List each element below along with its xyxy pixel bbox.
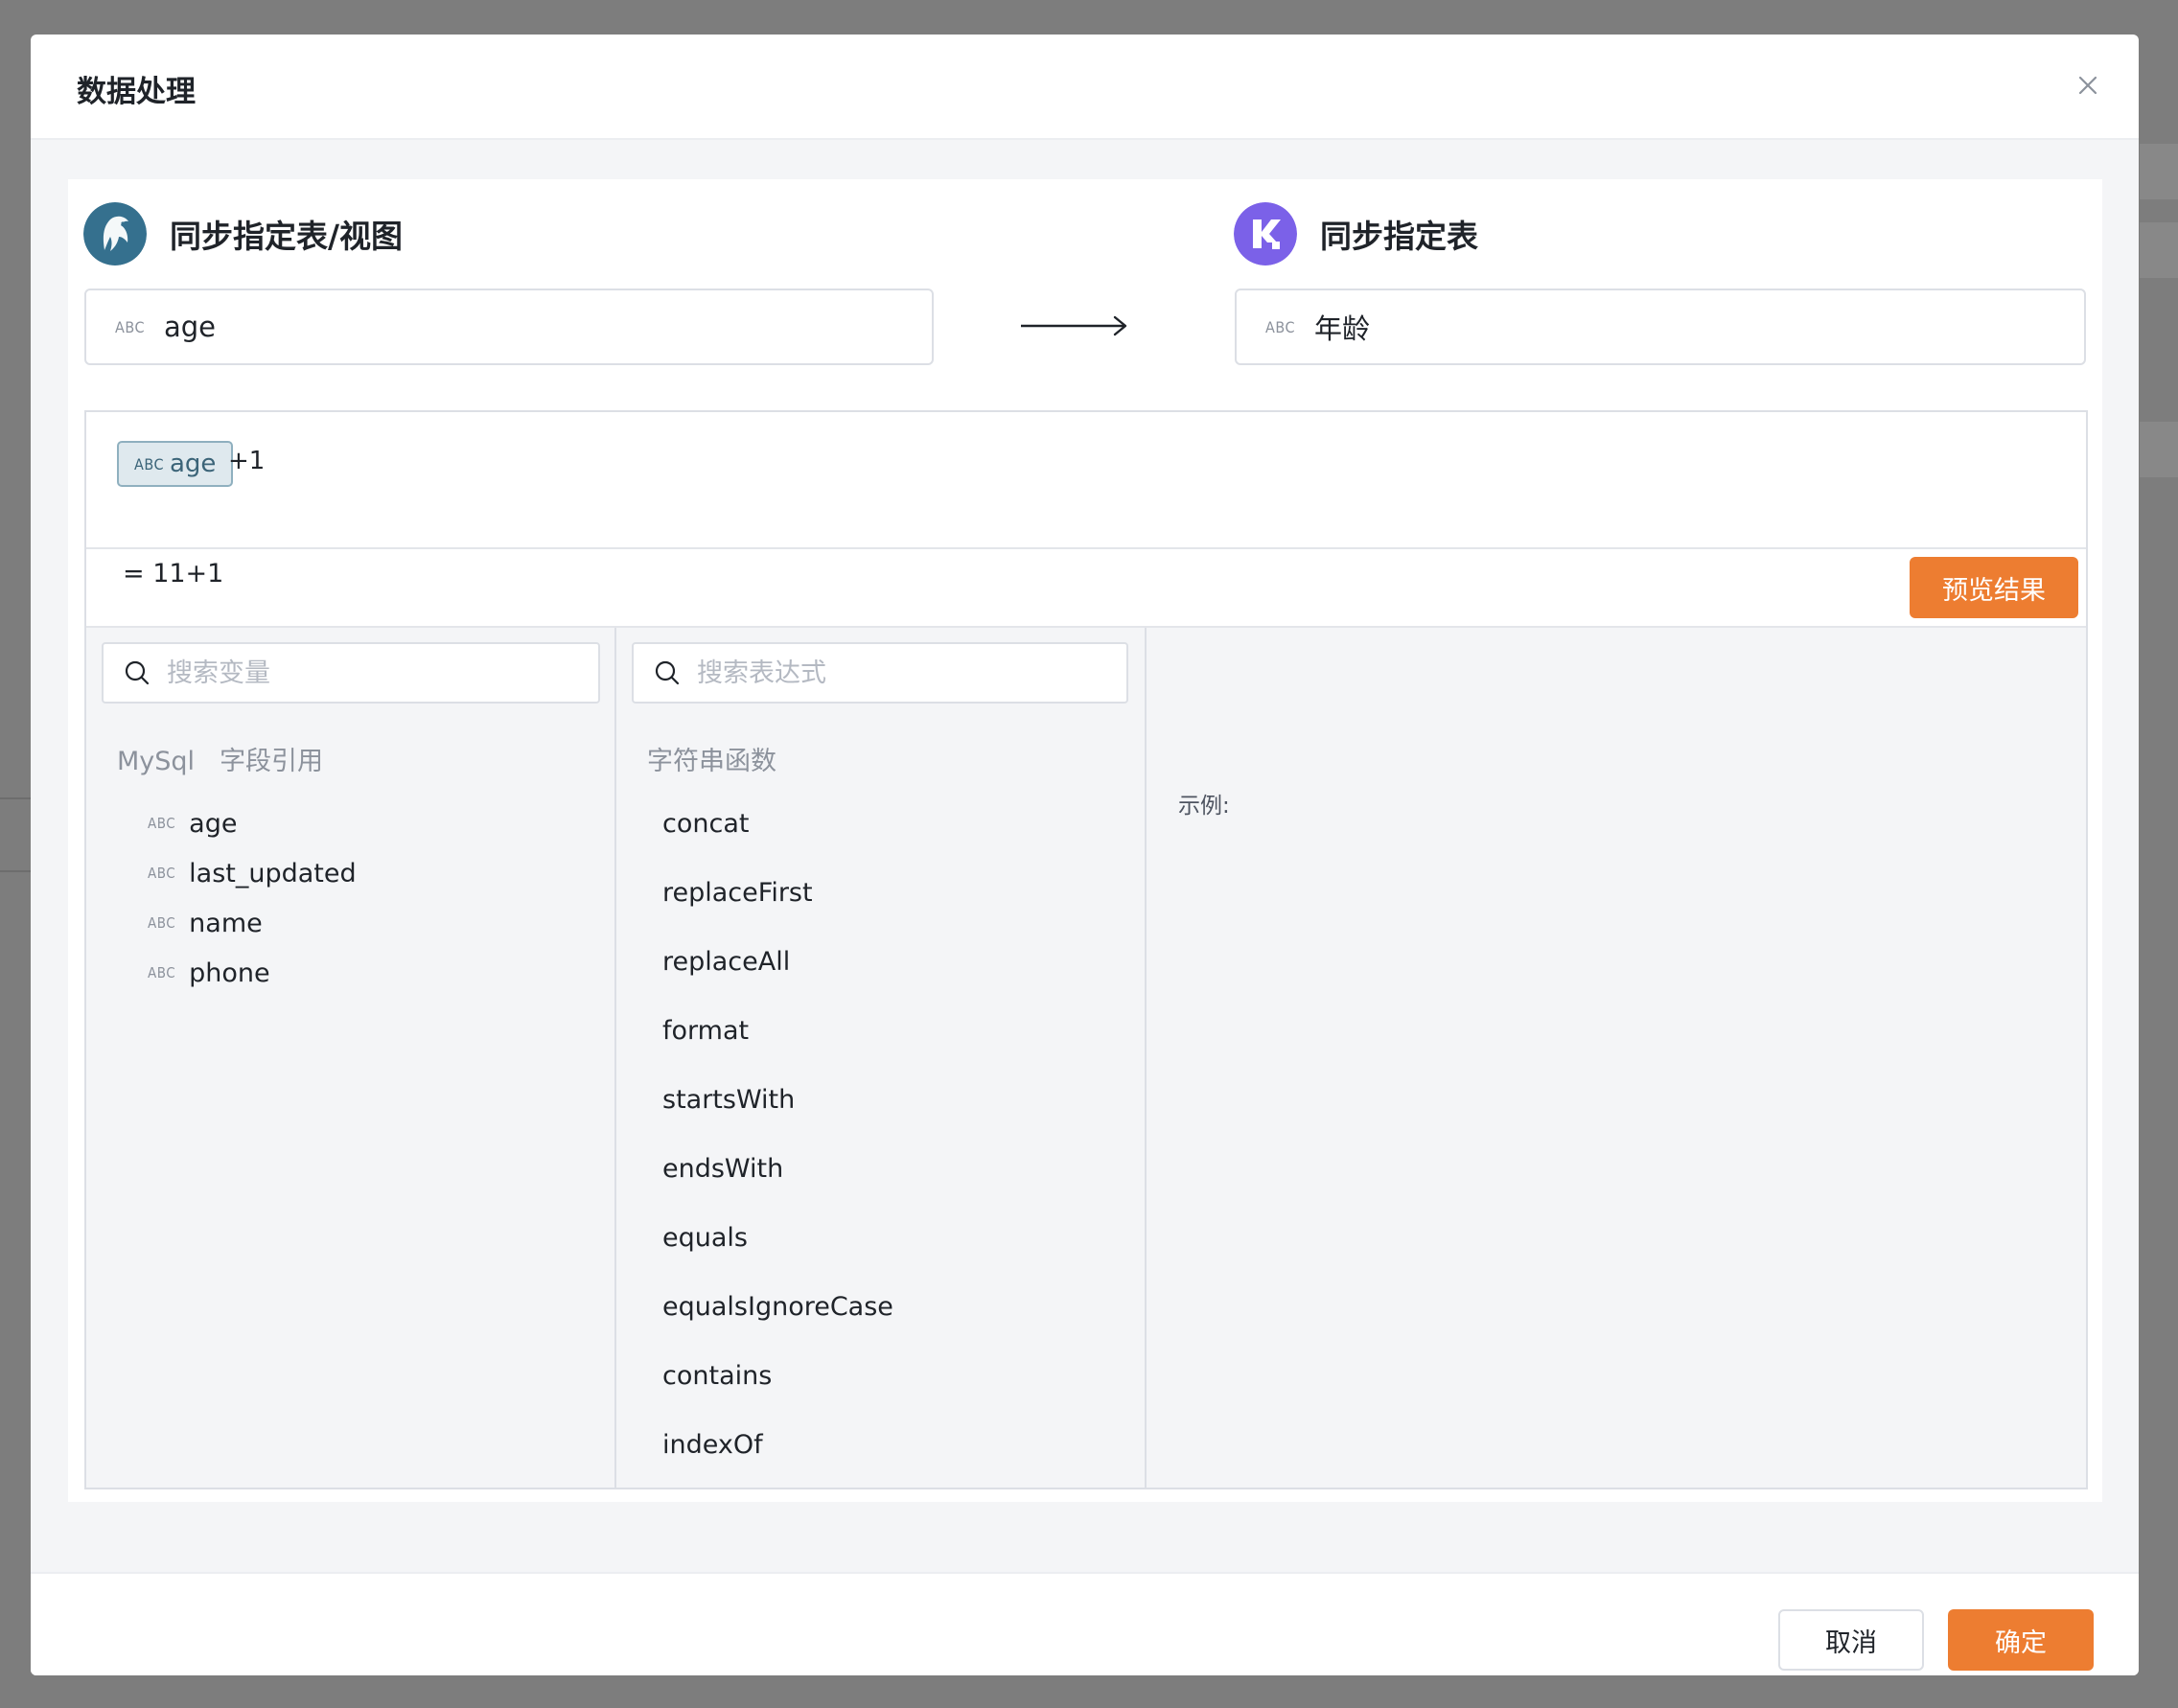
variable-item[interactable]: ABC phone [148,948,357,998]
target-field[interactable]: ABC 年龄 [1235,289,2086,365]
modal-body: 同步指定表/视图 ABC age 同步指定表 ABC 年龄 ABC age +1… [31,140,2139,1572]
result-row: = 11+1 预览结果 [86,549,2086,628]
close-icon[interactable] [2074,71,2102,100]
field-chip[interactable]: ABC age [117,441,234,487]
target-field-value: 年龄 [1314,312,1371,345]
variable-item[interactable]: ABC age [148,798,357,848]
function-item[interactable]: indexOf [662,1410,893,1479]
variable-item[interactable]: ABC name [148,898,357,948]
source-field[interactable]: ABC age [84,289,934,365]
expression-search-input[interactable] [695,657,1121,689]
expression-suffix: +1 [228,447,266,475]
type-badge: ABC [148,865,176,882]
function-item[interactable]: startsWith [662,1065,893,1134]
background-strip [2140,144,2178,199]
modal-footer: 取消 确定 [31,1572,2139,1675]
background-strip [2140,222,2178,278]
background-divider [0,797,31,799]
helper-panels: MySql 字段引用 ABC age ABC last_updated ABC name… [86,628,2086,1488]
function-item[interactable]: equals [662,1203,893,1272]
variables-panel: MySql 字段引用 ABC age ABC last_updated ABC name… [86,628,616,1488]
chip-field-name: age [170,450,217,478]
target-header-label: 同步指定表 [1320,218,1478,255]
function-list: concat replaceFirst replaceAll format st… [662,789,893,1479]
function-item[interactable]: contains [662,1341,893,1410]
source-name: MySql [117,747,196,776]
variable-group-title: MySql 字段引用 [117,740,323,777]
example-panel: 示例: [1147,628,2086,1488]
search-icon [655,660,680,685]
k-brand-icon [1234,202,1297,265]
arrow-right-icon [1021,315,1127,336]
modal-title: 数据处理 [77,75,196,109]
variable-name: name [189,908,263,938]
source-field-value: age [164,311,217,343]
confirm-button[interactable]: 确定 [1948,1609,2094,1671]
example-label: 示例: [1178,794,1230,819]
function-item[interactable]: equalsIgnoreCase [662,1272,893,1341]
expression-input[interactable]: ABC age +1 [86,412,2086,549]
cancel-button[interactable]: 取消 [1778,1609,1924,1671]
functions-panel: 字符串函数 concat replaceFirst replaceAll for… [616,628,1147,1488]
field-type-badge: ABC [1265,317,1295,336]
mysql-dolphin-icon [83,202,147,265]
field-type-badge: ABC [115,317,145,336]
chip-type-badge: ABC [134,454,164,473]
variable-name: phone [189,958,270,988]
modal-header: 数据处理 [31,35,2139,140]
variable-item[interactable]: ABC last_updated [148,848,357,898]
variable-list: ABC age ABC last_updated ABC name ABC phone [148,798,357,998]
source-header-label: 同步指定表/视图 [170,218,404,255]
search-icon [125,660,150,685]
variable-search-input[interactable] [165,657,591,689]
result-text: = 11+1 [123,559,224,589]
background-divider [0,870,31,872]
background-strip [2140,422,2178,477]
source-header: 同步指定表/视图 [83,202,403,265]
expression-search[interactable] [632,642,1128,704]
type-badge: ABC [148,914,176,932]
type-badge: ABC [148,964,176,981]
type-badge: ABC [148,815,176,832]
preview-result-button[interactable]: 预览结果 [1910,557,2078,618]
variable-name: last_updated [189,858,357,889]
data-processing-modal: 数据处理 同步指定表/视图 ABC age 同步指定表 ABC 年龄 ABC a… [31,35,2139,1675]
function-item[interactable]: replaceAll [662,927,893,996]
function-item[interactable]: endsWith [662,1134,893,1203]
variable-name: age [189,808,238,839]
function-item[interactable]: replaceFirst [662,858,893,927]
target-header: 同步指定表 [1234,202,1478,265]
function-group-title: 字符串函数 [647,747,776,776]
group-label: 字段引用 [220,747,324,776]
expression-editor: ABC age +1 = 11+1 预览结果 搜索变量 MySql 字段引用 A… [84,410,2088,1489]
function-item[interactable]: format [662,996,893,1065]
function-item[interactable]: concat [662,789,893,858]
mapping-content: 同步指定表/视图 ABC age 同步指定表 ABC 年龄 ABC age +1… [68,179,2102,1502]
variable-search[interactable] [102,642,600,704]
